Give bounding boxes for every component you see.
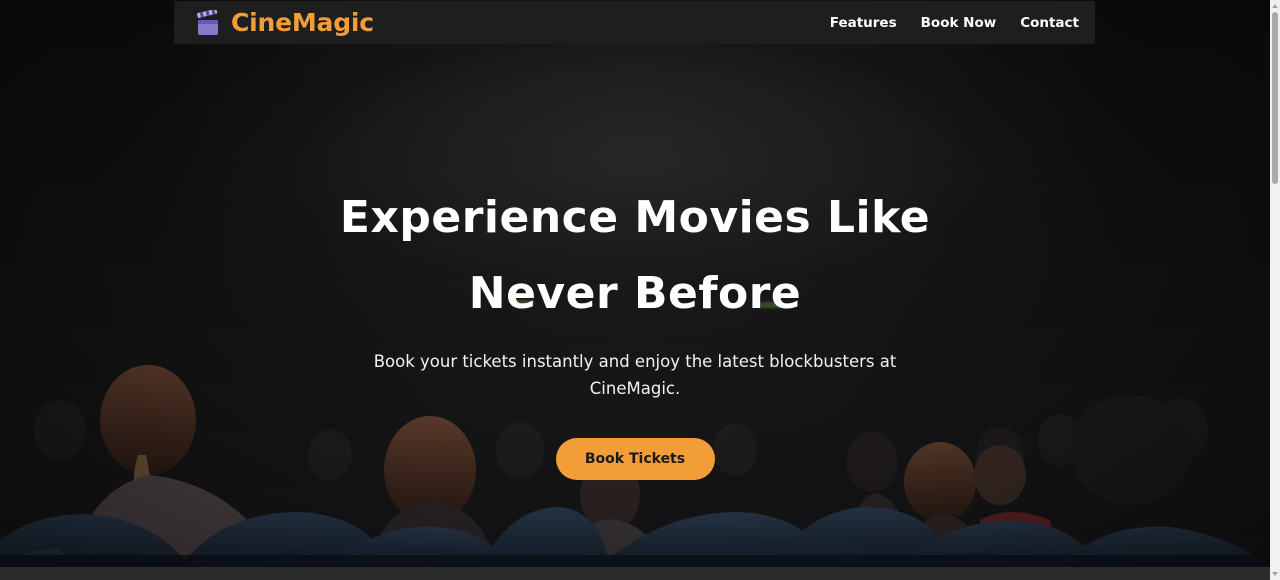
scroll-up-icon[interactable] <box>1271 2 1279 10</box>
scrollbar[interactable] <box>1270 0 1280 580</box>
hero-title: Experience Movies Like Never Before <box>339 192 931 319</box>
book-tickets-button[interactable]: Book Tickets <box>555 438 715 480</box>
navbar: CineMagic Features Book Now Contact <box>174 1 1095 44</box>
brand-logo-link[interactable]: CineMagic <box>196 8 374 37</box>
nav-link-book-now[interactable]: Book Now <box>921 15 997 31</box>
clapperboard-icon <box>196 8 220 36</box>
page: CineMagic Features Book Now Contact Expe… <box>0 0 1280 580</box>
brand-name: CineMagic <box>231 8 374 37</box>
nav-link-features[interactable]: Features <box>830 15 897 31</box>
nav-link-contact[interactable]: Contact <box>1020 15 1079 31</box>
scrollbar-thumb[interactable] <box>1272 12 1278 184</box>
scroll-down-icon[interactable] <box>1271 570 1279 578</box>
section-divider <box>0 567 1270 580</box>
hero-subtitle: Book your tickets instantly and enjoy th… <box>373 352 897 398</box>
nav-links: Features Book Now Contact <box>806 15 1079 31</box>
hero-content: Experience Movies Like Never Before Book… <box>0 180 1270 480</box>
